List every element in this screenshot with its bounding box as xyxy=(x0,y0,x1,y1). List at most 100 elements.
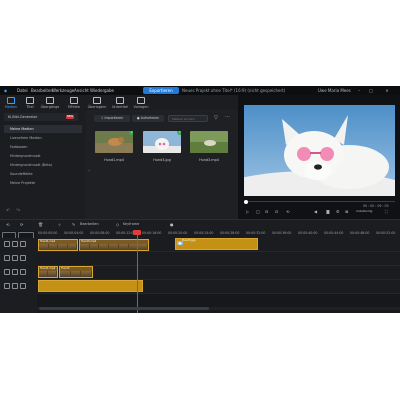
playhead[interactable] xyxy=(137,230,138,313)
menu-ansicht[interactable]: Ansicht xyxy=(74,88,89,93)
undo-icon[interactable]: ⟲ xyxy=(6,222,9,227)
tab-uebergaenge[interactable]: Übergänge xyxy=(40,96,60,109)
export-button[interactable]: Exportieren xyxy=(143,87,179,94)
eye-icon[interactable] xyxy=(12,269,18,275)
loop-icon[interactable]: ⟲ xyxy=(286,209,289,214)
sidebar-item-meine-projekte[interactable]: Meine Projekte xyxy=(4,179,82,187)
media-thumb-hund3-jpg[interactable]: ✓ xyxy=(143,131,181,153)
sidebar-item-farbboxen[interactable]: Farbboxen xyxy=(4,143,82,151)
undo-icon[interactable]: ↶ xyxy=(6,208,10,214)
mic-icon[interactable]: ● xyxy=(170,222,174,227)
menu-datei[interactable]: Datei xyxy=(17,88,28,93)
tab-vorlagen[interactable]: Vorlagen xyxy=(131,96,151,109)
timeline-clip-hund1-track3[interactable]: Hund1.mp4 xyxy=(38,266,58,278)
audio-icon[interactable] xyxy=(20,283,26,289)
media-thumb-label: Hund3.mp4 xyxy=(199,158,219,162)
maximize-icon[interactable]: □ xyxy=(368,88,374,93)
crop-tool-icon[interactable]: ⊹ xyxy=(58,222,61,227)
more-icon[interactable]: ⋯ xyxy=(225,114,230,120)
clip-frames xyxy=(39,244,77,250)
check-icon: ✓ xyxy=(129,131,133,135)
title-icon xyxy=(26,97,34,104)
redo-icon[interactable]: ↷ xyxy=(16,208,20,214)
stop-icon[interactable]: □ xyxy=(256,209,260,214)
filter-icon[interactable]: ▽ xyxy=(214,115,218,121)
ruler-tick-label: 00:00:32:00 xyxy=(246,231,266,235)
keyframe-icon[interactable]: ◇ xyxy=(116,222,119,227)
timeline-clip-hund3[interactable]: Hund3.mp4 xyxy=(79,239,149,251)
ruler-tick-label: 00:00:00:00 xyxy=(38,231,58,235)
close-icon[interactable]: ✕ xyxy=(384,88,390,93)
sidebar-item-hintergrundmusik[interactable]: Hintergrundmusik xyxy=(4,152,82,160)
sidebar-item-lizenzfreie-medien[interactable]: Lizenzfreie Medien xyxy=(4,134,82,142)
audio-icon[interactable] xyxy=(20,269,26,275)
tab-untertitel[interactable]: Untertitel xyxy=(110,96,130,109)
redo-icon[interactable]: ⟳ xyxy=(20,222,23,227)
volume-icon[interactable]: ◀ xyxy=(314,209,317,214)
eye-icon[interactable] xyxy=(12,255,18,261)
white-dog-with-glasses-image xyxy=(244,105,395,196)
fullscreen-icon[interactable]: ⛶ xyxy=(385,209,388,214)
settings-icon[interactable]: ⚙ xyxy=(336,209,340,214)
track-header-1 xyxy=(0,238,37,250)
media-search-input[interactable] xyxy=(168,115,208,122)
keyframe-button[interactable]: Keyframe xyxy=(123,222,139,226)
effects-icon xyxy=(70,97,78,104)
track-header-3 xyxy=(0,266,37,278)
snapshot-icon[interactable]: ◙ xyxy=(326,209,330,214)
scrollbar-thumb[interactable] xyxy=(39,307,209,310)
eye-icon[interactable] xyxy=(12,241,18,247)
menubar: ◆ Datei Bearbeiten Werkzeuge Ansicht Wie… xyxy=(0,86,400,95)
tab-ueberlagern[interactable]: Überlagern xyxy=(87,96,107,109)
tab-medien[interactable]: Medien xyxy=(1,96,21,109)
scrubber-handle[interactable] xyxy=(244,199,248,204)
quality-select[interactable]: Vollständig xyxy=(356,209,372,213)
ruler-tick-label: 00:00:08:00 xyxy=(90,231,110,235)
menu-wiedergabe[interactable]: Wiedergabe xyxy=(90,88,114,93)
timeline-ruler[interactable]: 00:00:00:00 00:00:04:00 00:00:08:00 00:0… xyxy=(37,230,400,238)
lock-icon[interactable] xyxy=(4,269,10,275)
preview-scrubber[interactable] xyxy=(244,201,395,202)
transitions-icon xyxy=(46,97,54,104)
user-name[interactable]: Uwe Maria Mees xyxy=(318,88,351,93)
preview-video[interactable] xyxy=(244,105,395,196)
timeline-clip-hund3-jpg[interactable]: Hund3.jpg xyxy=(175,238,258,250)
play-icon[interactable]: ▷ xyxy=(246,209,249,214)
lock-icon[interactable] xyxy=(4,283,10,289)
sidebar-item-meine-medien[interactable]: Meine Medien xyxy=(4,125,82,133)
minimize-icon[interactable]: – xyxy=(356,88,362,93)
sidebar-item-soundeffekte[interactable]: Soundeffekte xyxy=(4,170,82,178)
timeline-clip-gold[interactable] xyxy=(38,280,143,292)
edit-icon[interactable]: ✎ xyxy=(72,222,75,227)
next-frame-icon[interactable]: ⊡ xyxy=(275,209,278,214)
lock-icon[interactable] xyxy=(4,241,10,247)
ruler-tick-label: 00:00:24:00 xyxy=(194,231,214,235)
timeline-scrollbar[interactable] xyxy=(37,307,400,310)
audio-icon[interactable] xyxy=(20,255,26,261)
edit-button[interactable]: Bearbeiten xyxy=(80,222,99,226)
timeline-clip-hund1[interactable]: Hund1.mp4 xyxy=(38,239,78,251)
ruler-tick-label: 00:00:16:00 xyxy=(142,231,162,235)
ruler-tick-label: 00:00:44:00 xyxy=(324,231,344,235)
timeline-clip-hund3-track3[interactable]: Hund3 xyxy=(59,266,93,278)
collapse-panel-icon[interactable]: ‹ xyxy=(88,168,90,174)
track-lane[interactable] xyxy=(37,252,400,266)
delete-icon[interactable]: 🗑 xyxy=(38,222,43,227)
ai-image-generator-button[interactable]: KI-Bild-Generator NEW xyxy=(4,113,78,121)
dog-running-thumbnail xyxy=(95,131,133,153)
tab-titel[interactable]: Titel xyxy=(20,96,40,109)
sidebar-item-hintergrundmusik-beta[interactable]: Hintergrundmusik (Beta) xyxy=(4,161,82,169)
prev-frame-icon[interactable]: ⊟ xyxy=(265,209,268,214)
record-button[interactable]: ● Aufnehmen xyxy=(132,115,164,122)
dog-image-thumbnail xyxy=(177,241,183,245)
eye-icon[interactable] xyxy=(12,283,18,289)
media-thumb-hund1-mp4[interactable]: ✓ xyxy=(95,131,133,153)
menu-bearbeiten[interactable]: Bearbeiten xyxy=(31,88,53,93)
menu-werkzeuge[interactable]: Werkzeuge xyxy=(52,88,74,93)
lock-icon[interactable] xyxy=(4,255,10,261)
crop-icon[interactable]: ⊠ xyxy=(345,209,348,214)
import-button[interactable]: ⇩ Importieren xyxy=(94,115,130,122)
tab-effekte[interactable]: Effekte xyxy=(64,96,84,109)
audio-icon[interactable] xyxy=(20,241,26,247)
media-thumb-hund3-mp4[interactable] xyxy=(190,131,228,153)
